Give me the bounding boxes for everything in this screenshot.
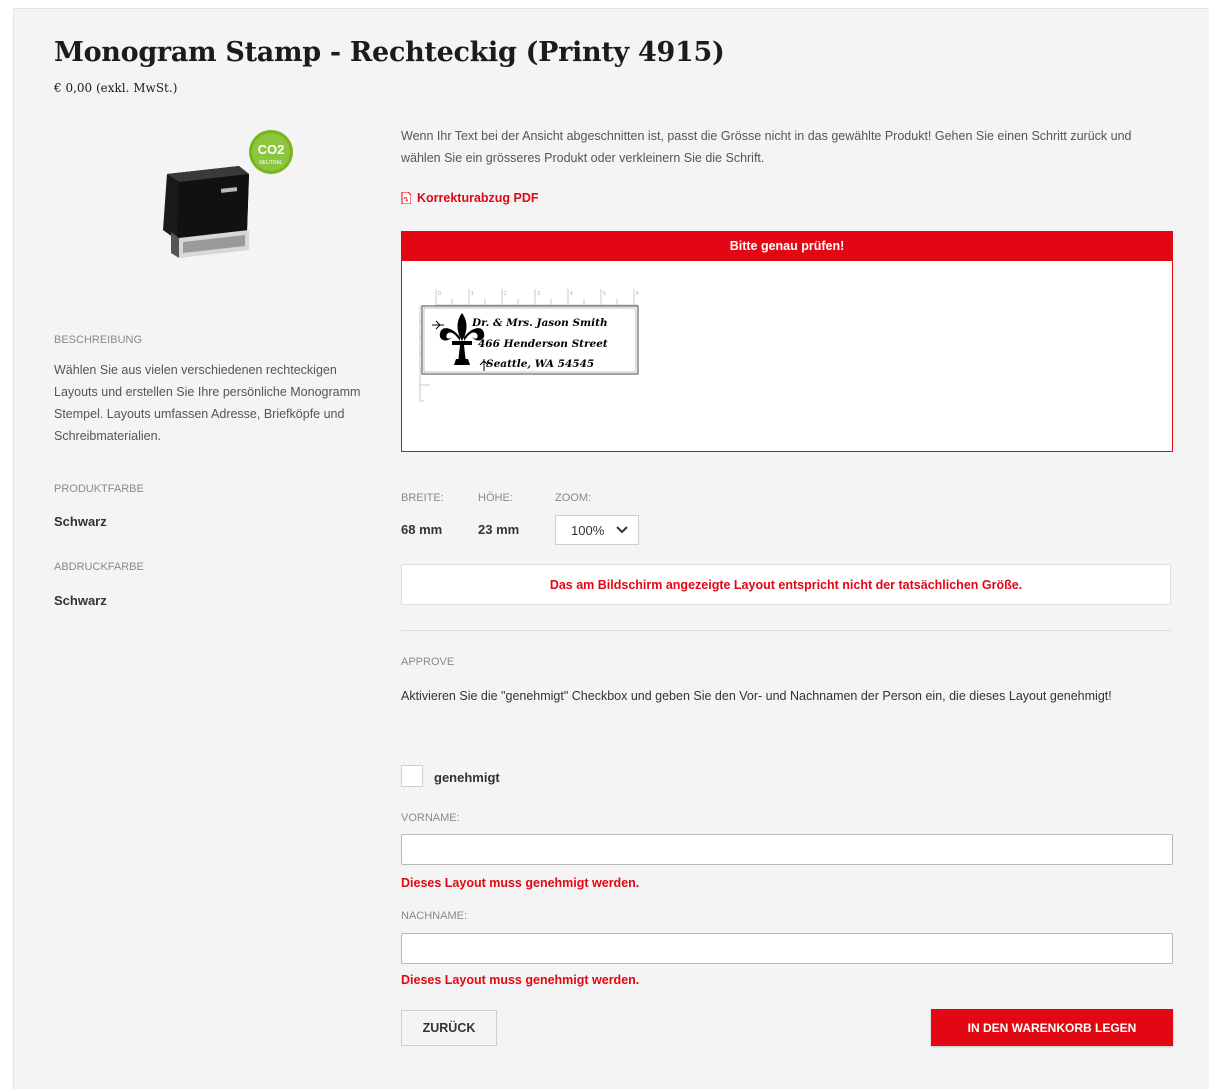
firstname-error: Dieses Layout muss genehmigt werden.	[401, 876, 640, 890]
add-to-cart-button[interactable]: IN DEN WARENKORB LEGEN	[931, 1009, 1173, 1046]
back-button[interactable]: ZURÜCK	[401, 1010, 497, 1046]
size-warning: Das am Bildschirm angezeigte Layout ents…	[401, 564, 1171, 605]
proof-pdf-label: Korrekturabzug PDF	[417, 191, 539, 205]
svg-text:NEUTRAL: NEUTRAL	[259, 160, 283, 166]
svg-text:CO2: CO2	[258, 142, 285, 157]
page-title: Monogram Stamp - Rechteckig (Printy 4915…	[54, 37, 725, 68]
print-color-label: ABDRUCKFARBE	[54, 561, 144, 573]
preview-line-3: Seattle, WA 54545	[486, 358, 594, 370]
lastname-error: Dieses Layout muss genehmigt werden.	[401, 973, 640, 987]
height-value: 23 mm	[478, 522, 520, 537]
height-label: HÖHE:	[478, 492, 513, 504]
layout-preview: Bitte genau prüfen! 0 1 2 3 4 5 6 Dr. & …	[401, 231, 1173, 452]
proof-pdf-link[interactable]: Korrekturabzug PDF	[401, 191, 539, 205]
stamp-preview-canvas: 0 1 2 3 4 5 6 Dr. & Mrs. Jason Smith 466…	[419, 289, 639, 402]
product-color-label: PRODUKTFARBE	[54, 483, 144, 495]
svg-text:1: 1	[471, 291, 474, 297]
chevron-down-icon	[616, 526, 628, 534]
svg-text:3: 3	[537, 291, 540, 297]
zoom-value: 100%	[571, 522, 605, 538]
product-page: Monogram Stamp - Rechteckig (Printy 4915…	[13, 8, 1209, 1089]
product-color-value: Schwarz	[54, 514, 107, 529]
stamp-product-image: CO2 NEUTRAL	[149, 126, 304, 266]
description-label: BESCHREIBUNG	[54, 334, 143, 346]
zoom-select[interactable]: 100%	[555, 515, 639, 545]
firstname-label: VORNAME:	[401, 812, 460, 824]
preview-line-1: Dr. & Mrs. Jason Smith	[471, 317, 608, 329]
print-color-value: Schwarz	[54, 593, 107, 608]
section-divider	[401, 630, 1171, 631]
approve-label: APPROVE	[401, 656, 455, 668]
product-price: € 0,00 (exkl. MwSt.)	[54, 81, 178, 95]
co2-badge-icon: CO2 NEUTRAL	[249, 130, 293, 174]
firstname-input[interactable]	[401, 834, 1173, 865]
approved-checkbox-label[interactable]: genehmigt	[434, 770, 500, 785]
lastname-input[interactable]	[401, 933, 1173, 964]
svg-text:4: 4	[570, 291, 573, 297]
preview-line-2: 466 Henderson Street	[478, 338, 608, 350]
width-value: 68 mm	[401, 522, 443, 537]
approved-checkbox[interactable]	[401, 765, 423, 787]
size-notice: Wenn Ihr Text bei der Ansicht abgeschnit…	[401, 129, 1132, 165]
svg-text:6: 6	[636, 291, 639, 297]
pdf-icon	[401, 192, 411, 204]
lastname-label: NACHNAME:	[401, 910, 468, 922]
width-label: BREITE:	[401, 492, 444, 504]
svg-text:2: 2	[504, 291, 507, 297]
preview-header: Bitte genau prüfen!	[402, 232, 1172, 261]
zoom-label: ZOOM:	[555, 492, 592, 504]
approve-instructions: Aktivieren Sie die "genehmigt" Checkbox …	[401, 689, 1112, 703]
description-text: Wählen Sie aus vielen verschiedenen rech…	[54, 363, 361, 443]
svg-text:5: 5	[603, 291, 606, 297]
svg-text:0: 0	[438, 291, 441, 297]
